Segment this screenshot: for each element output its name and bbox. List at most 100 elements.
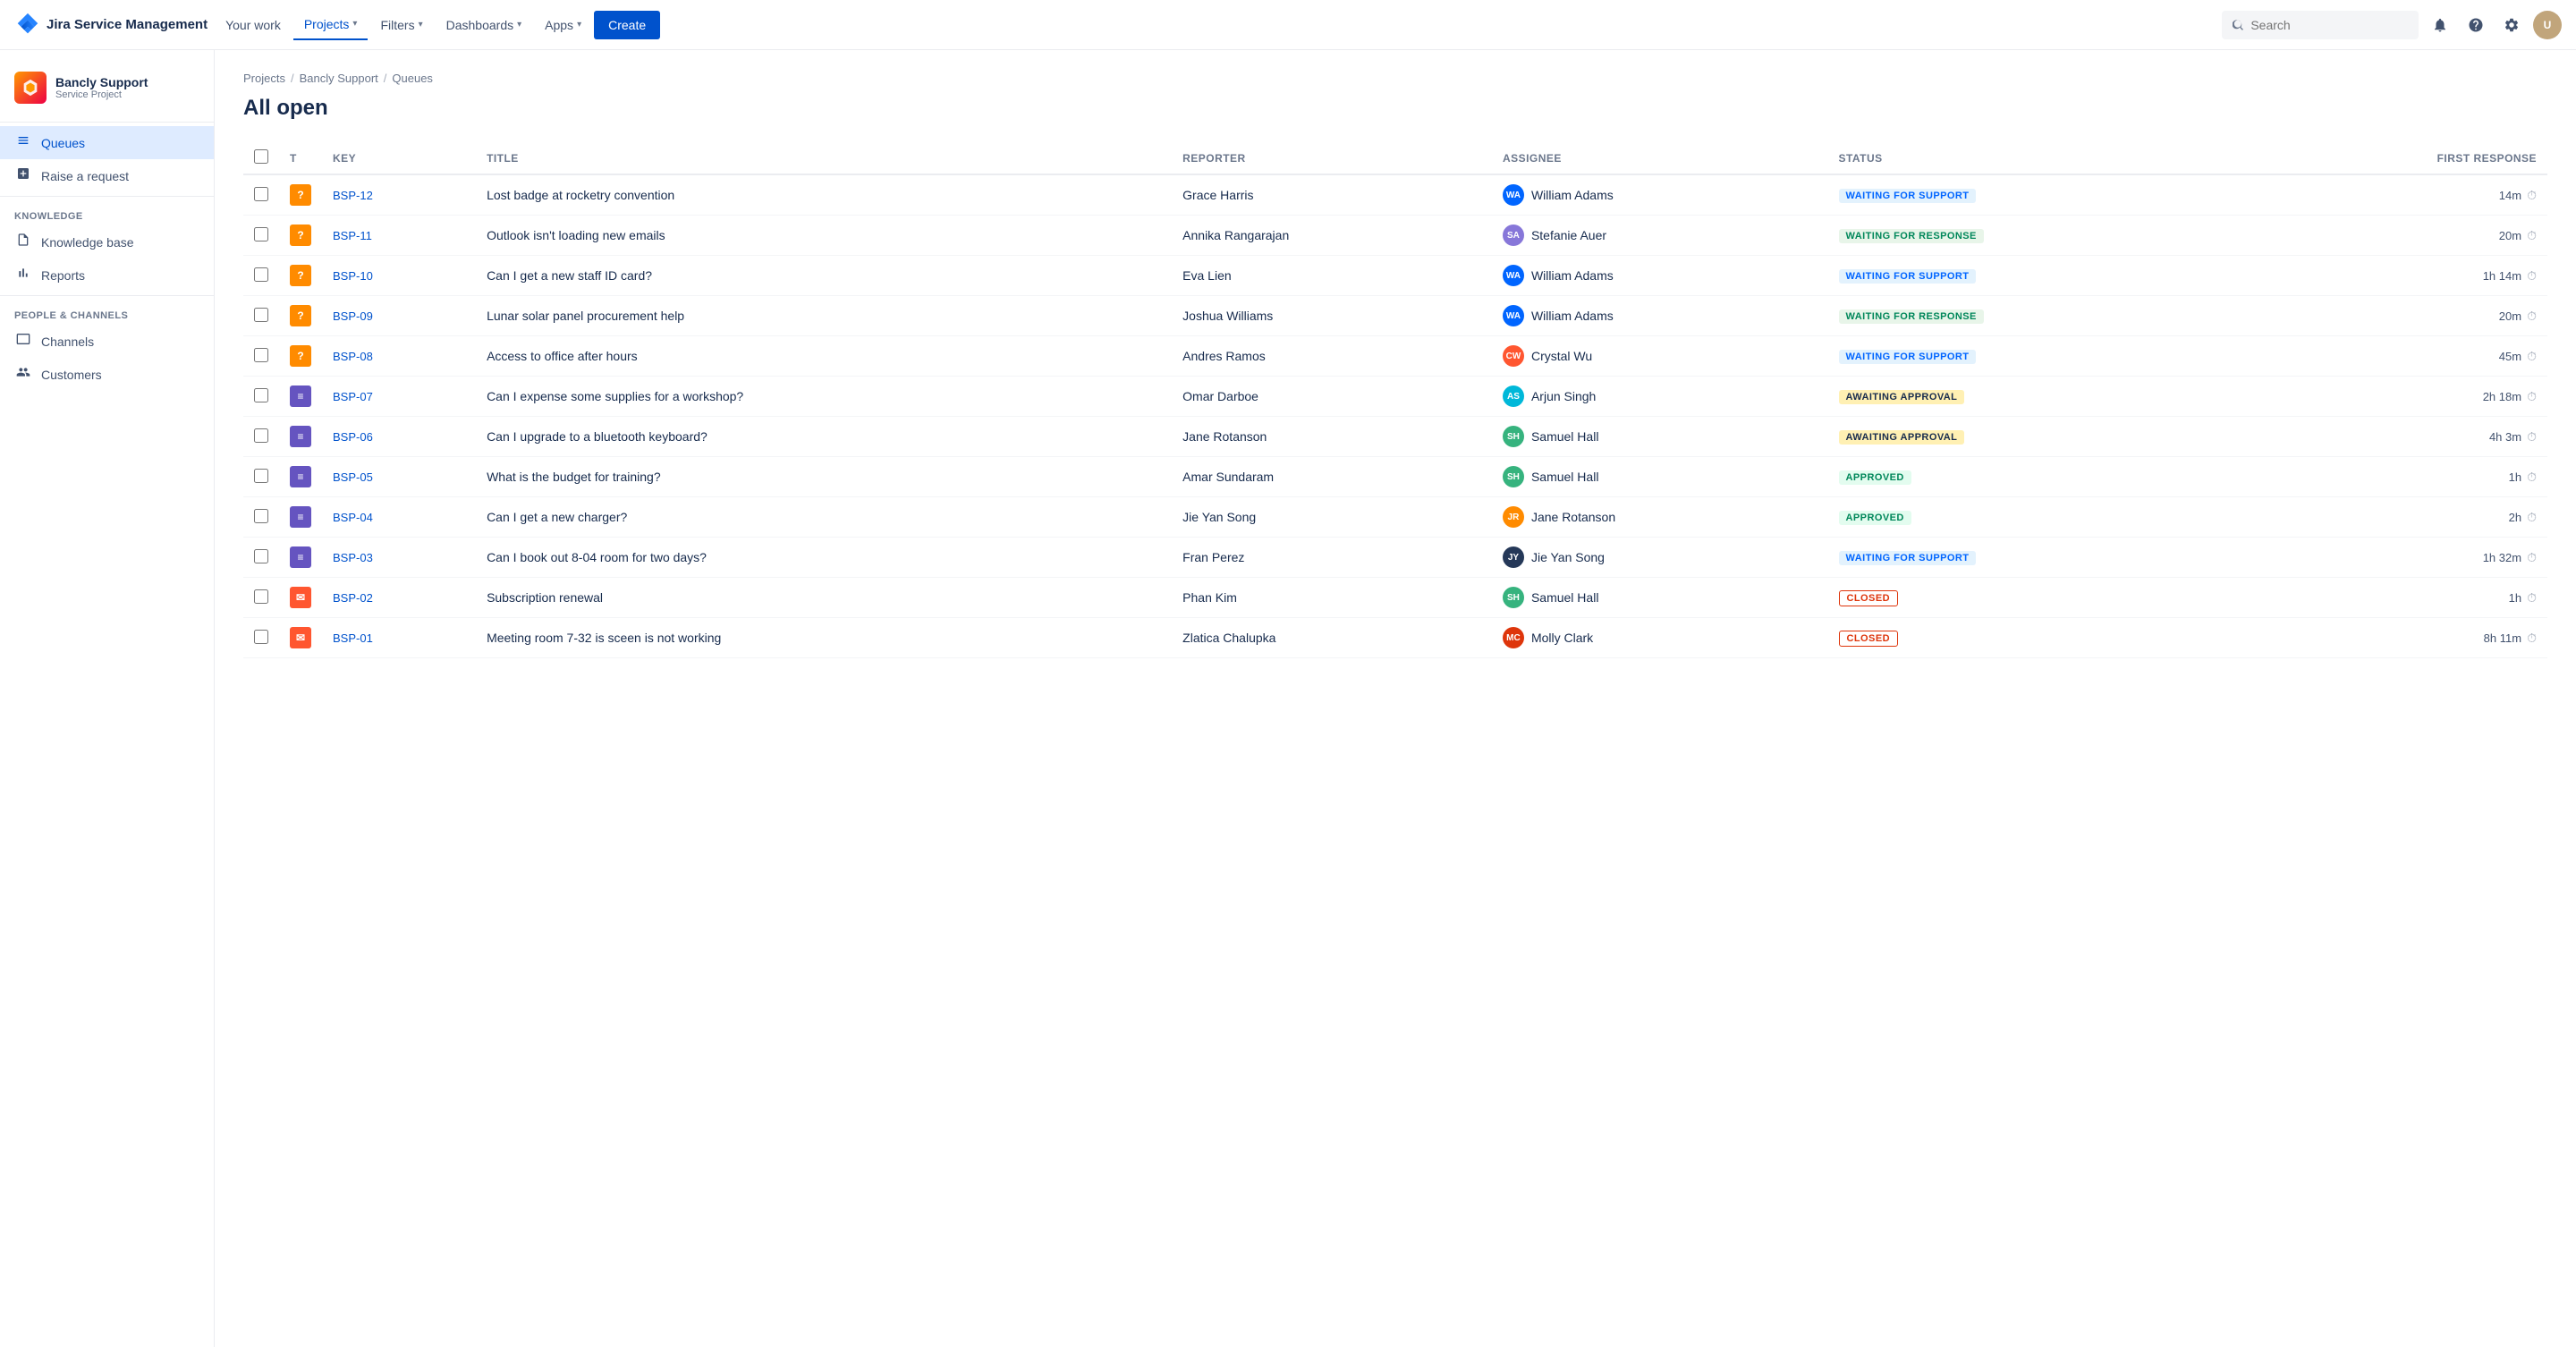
assignee-avatar: SH xyxy=(1503,466,1524,487)
create-button[interactable]: Create xyxy=(594,11,660,39)
row-status: WAITING FOR SUPPORT xyxy=(1828,538,2245,578)
issue-key-link[interactable]: BSP-03 xyxy=(333,551,373,564)
notifications-button[interactable] xyxy=(2426,11,2454,39)
row-checkbox[interactable] xyxy=(254,549,268,563)
row-key: BSP-09 xyxy=(322,296,476,336)
row-checkbox-cell xyxy=(243,216,279,256)
row-checkbox-cell xyxy=(243,256,279,296)
jira-logo[interactable]: Jira Service Management xyxy=(14,12,208,38)
type-badge: ✉ xyxy=(290,587,311,608)
row-title[interactable]: Lost badge at rocketry convention xyxy=(476,174,1172,216)
issue-key-link[interactable]: BSP-11 xyxy=(333,229,372,242)
type-badge: ? xyxy=(290,265,311,286)
row-reporter: Grace Harris xyxy=(1172,174,1492,216)
issue-key-link[interactable]: BSP-02 xyxy=(333,591,373,605)
sidebar-item-channels[interactable]: Channels xyxy=(0,325,214,358)
assignee-name: Molly Clark xyxy=(1531,631,1593,645)
row-title[interactable]: Can I get a new staff ID card? xyxy=(476,256,1172,296)
row-status: AWAITING APPROVAL xyxy=(1828,377,2245,417)
row-title[interactable]: Can I expense some supplies for a worksh… xyxy=(476,377,1172,417)
row-title[interactable]: Can I upgrade to a bluetooth keyboard? xyxy=(476,417,1172,457)
row-assignee: WA William Adams xyxy=(1492,256,1828,296)
project-type: Service Project xyxy=(55,89,148,100)
breadcrumb-queues[interactable]: Queues xyxy=(392,72,433,85)
row-checkbox[interactable] xyxy=(254,227,268,241)
issue-key-link[interactable]: BSP-10 xyxy=(333,269,373,283)
row-checkbox[interactable] xyxy=(254,630,268,644)
table-row: ≡ BSP-03 Can I book out 8-04 room for tw… xyxy=(243,538,2547,578)
row-title[interactable]: Lunar solar panel procurement help xyxy=(476,296,1172,336)
row-reporter: Phan Kim xyxy=(1172,578,1492,618)
row-first-response: 4h 3m ⏱ xyxy=(2244,417,2547,457)
knowledge-base-icon xyxy=(14,233,32,251)
row-checkbox[interactable] xyxy=(254,469,268,483)
row-title[interactable]: Access to office after hours xyxy=(476,336,1172,377)
row-title[interactable]: Meeting room 7-32 is sceen is not workin… xyxy=(476,618,1172,658)
search-input[interactable] xyxy=(2250,18,2408,32)
main-nav: Your work Projects ▾ Filters ▾ Dashboard… xyxy=(215,10,2215,40)
project-header: Bancly Support Service Project xyxy=(0,64,214,118)
row-checkbox[interactable] xyxy=(254,187,268,201)
row-checkbox[interactable] xyxy=(254,348,268,362)
type-badge: ≡ xyxy=(290,466,311,487)
assignee-avatar: SH xyxy=(1503,426,1524,447)
issue-key-link[interactable]: BSP-06 xyxy=(333,430,373,444)
search-box[interactable] xyxy=(2222,11,2419,39)
col-title: Title xyxy=(476,142,1172,174)
row-checkbox[interactable] xyxy=(254,589,268,604)
row-type: ✉ xyxy=(279,578,322,618)
issue-key-link[interactable]: BSP-04 xyxy=(333,511,373,524)
select-all-checkbox[interactable] xyxy=(254,149,268,164)
issue-key-link[interactable]: BSP-07 xyxy=(333,390,373,403)
table-row: ? BSP-09 Lunar solar panel procurement h… xyxy=(243,296,2547,336)
type-badge: ≡ xyxy=(290,385,311,407)
row-title[interactable]: Outlook isn't loading new emails xyxy=(476,216,1172,256)
breadcrumb-projects[interactable]: Projects xyxy=(243,72,285,85)
nav-projects[interactable]: Projects ▾ xyxy=(293,10,369,40)
row-title[interactable]: Subscription renewal xyxy=(476,578,1172,618)
row-title[interactable]: Can I get a new charger? xyxy=(476,497,1172,538)
issue-key-link[interactable]: BSP-12 xyxy=(333,189,373,202)
channels-label: Channels xyxy=(41,335,94,349)
help-button[interactable] xyxy=(2462,11,2490,39)
row-title[interactable]: What is the budget for training? xyxy=(476,457,1172,497)
breadcrumb-bancly-support[interactable]: Bancly Support xyxy=(300,72,378,85)
nav-apps[interactable]: Apps ▾ xyxy=(534,11,592,39)
row-title[interactable]: Can I book out 8-04 room for two days? xyxy=(476,538,1172,578)
sidebar-item-reports[interactable]: Reports xyxy=(0,258,214,292)
row-checkbox[interactable] xyxy=(254,509,268,523)
first-response-time: 1h xyxy=(2509,470,2521,484)
assignee-avatar: WA xyxy=(1503,184,1524,206)
settings-button[interactable] xyxy=(2497,11,2526,39)
nav-your-work[interactable]: Your work xyxy=(215,11,292,39)
clock-icon: ⏱ xyxy=(2527,188,2537,203)
row-checkbox[interactable] xyxy=(254,428,268,443)
sidebar-item-raise-request[interactable]: Raise a request xyxy=(0,159,214,192)
row-checkbox-cell xyxy=(243,336,279,377)
issue-key-link[interactable]: BSP-09 xyxy=(333,309,373,323)
sidebar-item-knowledge-base[interactable]: Knowledge base xyxy=(0,225,214,258)
row-first-response: 1h 14m ⏱ xyxy=(2244,256,2547,296)
first-response-time: 4h 3m xyxy=(2489,430,2521,444)
dashboards-chevron-icon: ▾ xyxy=(517,20,521,30)
status-badge: CLOSED xyxy=(1839,631,1898,647)
knowledge-base-label: Knowledge base xyxy=(41,235,134,250)
row-reporter: Amar Sundaram xyxy=(1172,457,1492,497)
issue-key-link[interactable]: BSP-05 xyxy=(333,470,373,484)
row-checkbox[interactable] xyxy=(254,308,268,322)
nav-dashboards[interactable]: Dashboards ▾ xyxy=(436,11,533,39)
row-checkbox-cell xyxy=(243,457,279,497)
issue-key-link[interactable]: BSP-08 xyxy=(333,350,373,363)
row-checkbox[interactable] xyxy=(254,267,268,282)
row-status: WAITING FOR SUPPORT xyxy=(1828,174,2245,216)
clock-icon: ⏱ xyxy=(2527,429,2537,445)
row-key: BSP-10 xyxy=(322,256,476,296)
assignee-name: Crystal Wu xyxy=(1531,349,1592,363)
projects-chevron-icon: ▾ xyxy=(352,19,357,29)
user-avatar[interactable]: U xyxy=(2533,11,2562,39)
sidebar-item-customers[interactable]: Customers xyxy=(0,358,214,391)
nav-filters[interactable]: Filters ▾ xyxy=(369,11,433,39)
row-checkbox[interactable] xyxy=(254,388,268,402)
sidebar-item-queues[interactable]: Queues xyxy=(0,126,214,159)
issue-key-link[interactable]: BSP-01 xyxy=(333,631,373,645)
